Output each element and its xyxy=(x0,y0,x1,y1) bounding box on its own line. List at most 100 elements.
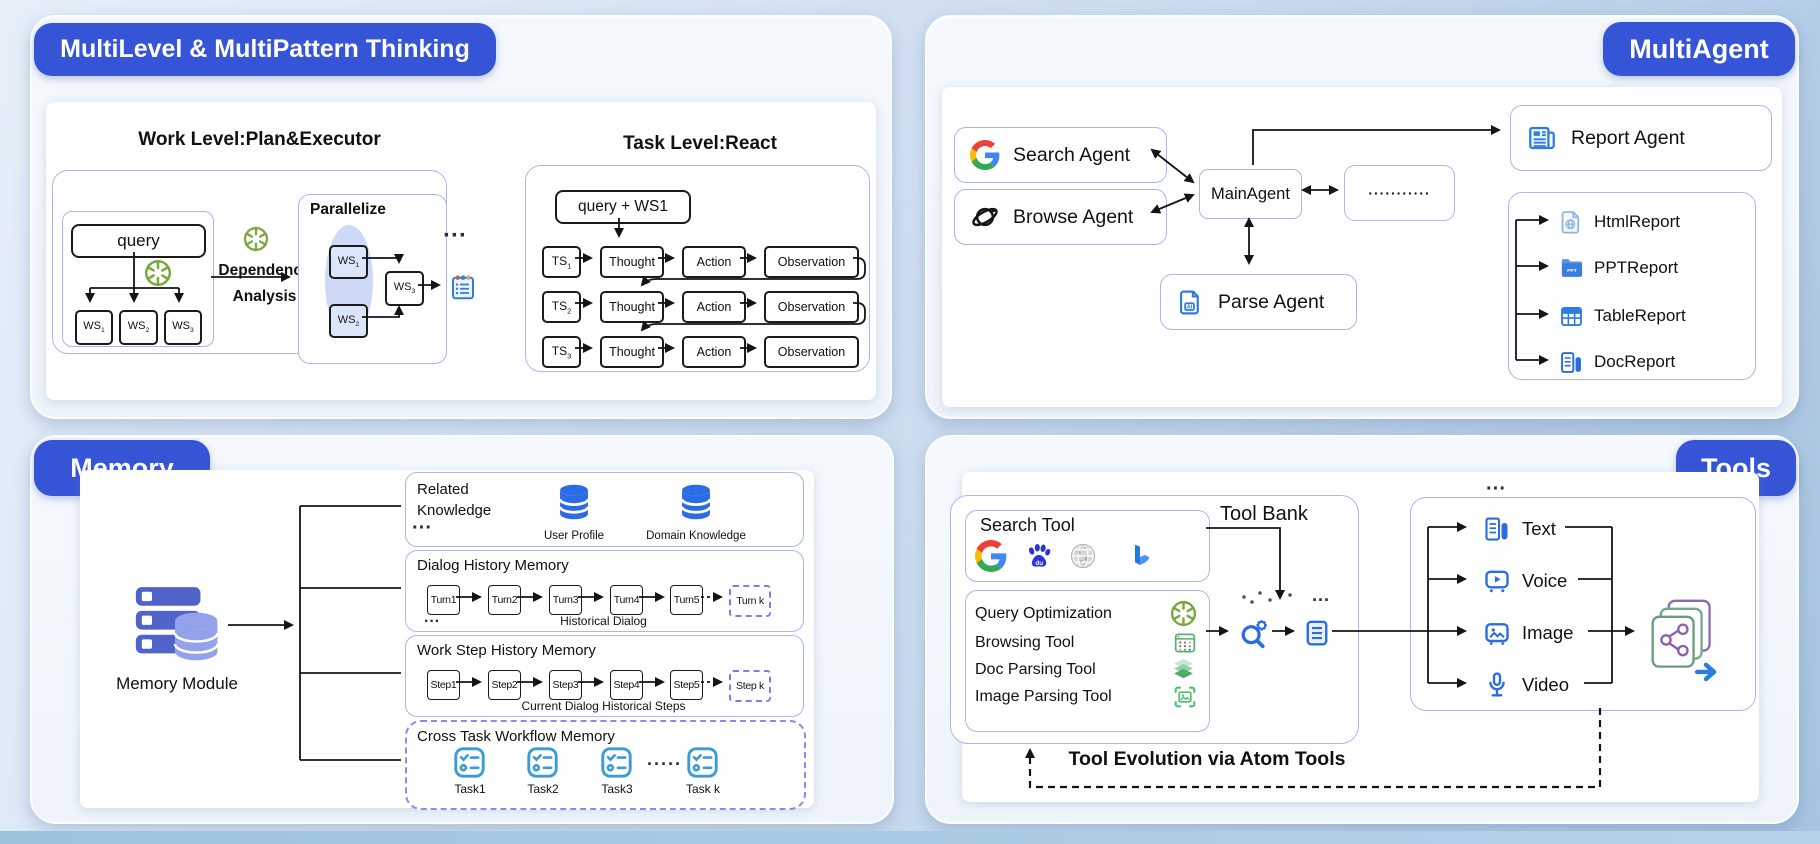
step-box-2: Step2 xyxy=(488,670,521,700)
memory-module-label: Memory Module xyxy=(72,673,282,695)
newspaper-icon xyxy=(1526,122,1558,154)
table-report-label: TableReport xyxy=(1594,306,1686,326)
task2-text: Task2 xyxy=(527,782,558,796)
workstep-caption-text: Current Dialog Historical Steps xyxy=(521,699,685,713)
dialog-caption-text: Historical Dialog xyxy=(560,614,647,628)
atom-browser-icon xyxy=(970,202,1000,232)
video-output-mic-icon xyxy=(1482,670,1512,700)
query-ws1-box: query + WS1 xyxy=(555,190,691,224)
related-ellipsis: ··· xyxy=(412,523,432,533)
user-profile-db-icon xyxy=(552,478,596,526)
tool-bank-ellipsis: ··· xyxy=(1312,595,1330,605)
search-tool-text: Search Tool xyxy=(980,515,1075,536)
ppt-report-icon xyxy=(1558,255,1585,282)
domain-knowledge-db-icon xyxy=(674,478,718,526)
memory-module-text: Memory Module xyxy=(116,674,238,694)
stepk-label: Step k xyxy=(736,680,764,692)
analysis-text: Analysis xyxy=(233,288,297,306)
action-label-2: Action xyxy=(697,300,732,314)
turn-box-4: Turn4 xyxy=(610,585,643,615)
ws1-base: WS xyxy=(83,320,101,332)
task3-label: Task3 xyxy=(587,782,647,796)
ws2-label: WS2 xyxy=(128,320,150,334)
video-output-row: Video xyxy=(1522,674,1612,696)
step2-label: Step2 xyxy=(492,679,518,691)
turnk-label: Turn k xyxy=(736,595,764,607)
related-line1-text: Related xyxy=(417,481,469,498)
ts2-box: TS2 xyxy=(542,291,581,323)
ts3-base: TS xyxy=(552,344,567,358)
task-k-checklist-icon xyxy=(685,745,720,780)
ws3-base: WS xyxy=(172,320,190,332)
parallel-ws1-label: WS1 xyxy=(338,255,360,269)
turn-box-5: Turn5 xyxy=(670,585,703,615)
crosstask-title-text: Cross Task Workflow Memory xyxy=(417,728,615,745)
image-parsing-tool-label: Image Parsing Tool xyxy=(975,688,1112,706)
parallel-ws1-box: WS1 xyxy=(329,245,368,279)
tool-bank-text: Tool Bank xyxy=(1220,503,1308,526)
related-line2-text: Knowledge xyxy=(417,502,491,519)
step1-label: Step1 xyxy=(431,679,457,691)
work-level-title: Work Level:Plan&Executor xyxy=(62,129,457,151)
task-k-label: Task k xyxy=(673,782,733,796)
ppt-report-label: PPTReport xyxy=(1594,258,1678,278)
observation-box-3: Observation xyxy=(764,336,859,368)
table-report-row: TableReport xyxy=(1594,303,1744,329)
doc-report-icon xyxy=(1558,349,1585,376)
parse-agent-box: Parse Agent xyxy=(1160,274,1357,330)
thought-label-2: Thought xyxy=(609,300,655,314)
pws2-sub: 2 xyxy=(355,321,359,328)
text-output-label: Text xyxy=(1522,518,1556,540)
step5-label: Step5 xyxy=(674,679,700,691)
panel-multilevel-thinking: MultiLevel & MultiPattern Thinking Work … xyxy=(30,15,892,419)
html-report-label: HtmlReport xyxy=(1594,212,1680,232)
user-profile-text: User Profile xyxy=(544,530,604,542)
plan-list-icon xyxy=(448,272,478,302)
tool-evolution-label: Tool Evolution via Atom Tools xyxy=(1062,747,1352,771)
ws1-box: WS1 xyxy=(75,310,113,345)
task3-checklist-icon xyxy=(599,745,634,780)
tab-multiagent: MultiAgent xyxy=(1603,22,1795,76)
openai-icon xyxy=(143,258,173,288)
crosstask-ellipsis: ····· xyxy=(647,759,682,769)
tool-evolution-text: Tool Evolution via Atom Tools xyxy=(1069,748,1346,771)
turn1-label: Turn1 xyxy=(431,594,457,606)
image-output-icon xyxy=(1482,618,1512,648)
action-box-1: Action xyxy=(682,246,746,278)
panel-memory: Memory Memory Module Related Knowledge ·… xyxy=(30,435,894,824)
ts1-label: TS1 xyxy=(552,254,571,270)
thought-label-3: Thought xyxy=(609,345,655,359)
report-agent-box: Report Agent xyxy=(1510,105,1772,171)
text-output-row: Text xyxy=(1522,518,1612,540)
outputs-top-ellipsis: ··· xyxy=(1486,484,1506,494)
ts3-box: TS3 xyxy=(542,336,581,368)
doc-parsing-tool-row: Doc Parsing Tool xyxy=(975,661,1165,679)
search-agent-box: Search Agent xyxy=(954,127,1167,183)
voice-output-icon xyxy=(1482,566,1512,596)
pws1-base: WS xyxy=(338,255,356,267)
google-icon xyxy=(970,140,1000,170)
step-box-1: Step1 xyxy=(427,670,460,700)
report-agent-label: Report Agent xyxy=(1571,127,1685,150)
ppt-report-row: PPTReport xyxy=(1594,255,1744,281)
thought-label-1: Thought xyxy=(609,255,655,269)
ts1-box: TS1 xyxy=(542,246,581,278)
pws2-base: WS xyxy=(338,314,356,326)
workstep-caption: Current Dialog Historical Steps xyxy=(405,699,802,713)
domain-knowledge-label: Domain Knowledge xyxy=(634,529,758,542)
other-agents-dots: ··········· xyxy=(1368,185,1430,201)
thought-box-2: Thought xyxy=(600,291,664,323)
other-agents-box: ··········· xyxy=(1344,165,1455,221)
doc-report-row: DocReport xyxy=(1594,349,1744,375)
text-output-icon xyxy=(1482,514,1512,544)
parallelize-ellipsis: ··· xyxy=(443,231,467,241)
wikipedia-icon xyxy=(1068,541,1098,571)
ts2-label: TS2 xyxy=(552,299,571,315)
openai-icon xyxy=(1169,599,1198,628)
turn3-label: Turn3 xyxy=(553,594,579,606)
result-doc-icon xyxy=(1302,617,1332,649)
browse-agent-box: Browse Agent xyxy=(954,189,1167,245)
memory-module-icon xyxy=(130,582,225,667)
query-label: query xyxy=(117,231,160,251)
turn-box-1: Turn1 xyxy=(427,585,460,615)
